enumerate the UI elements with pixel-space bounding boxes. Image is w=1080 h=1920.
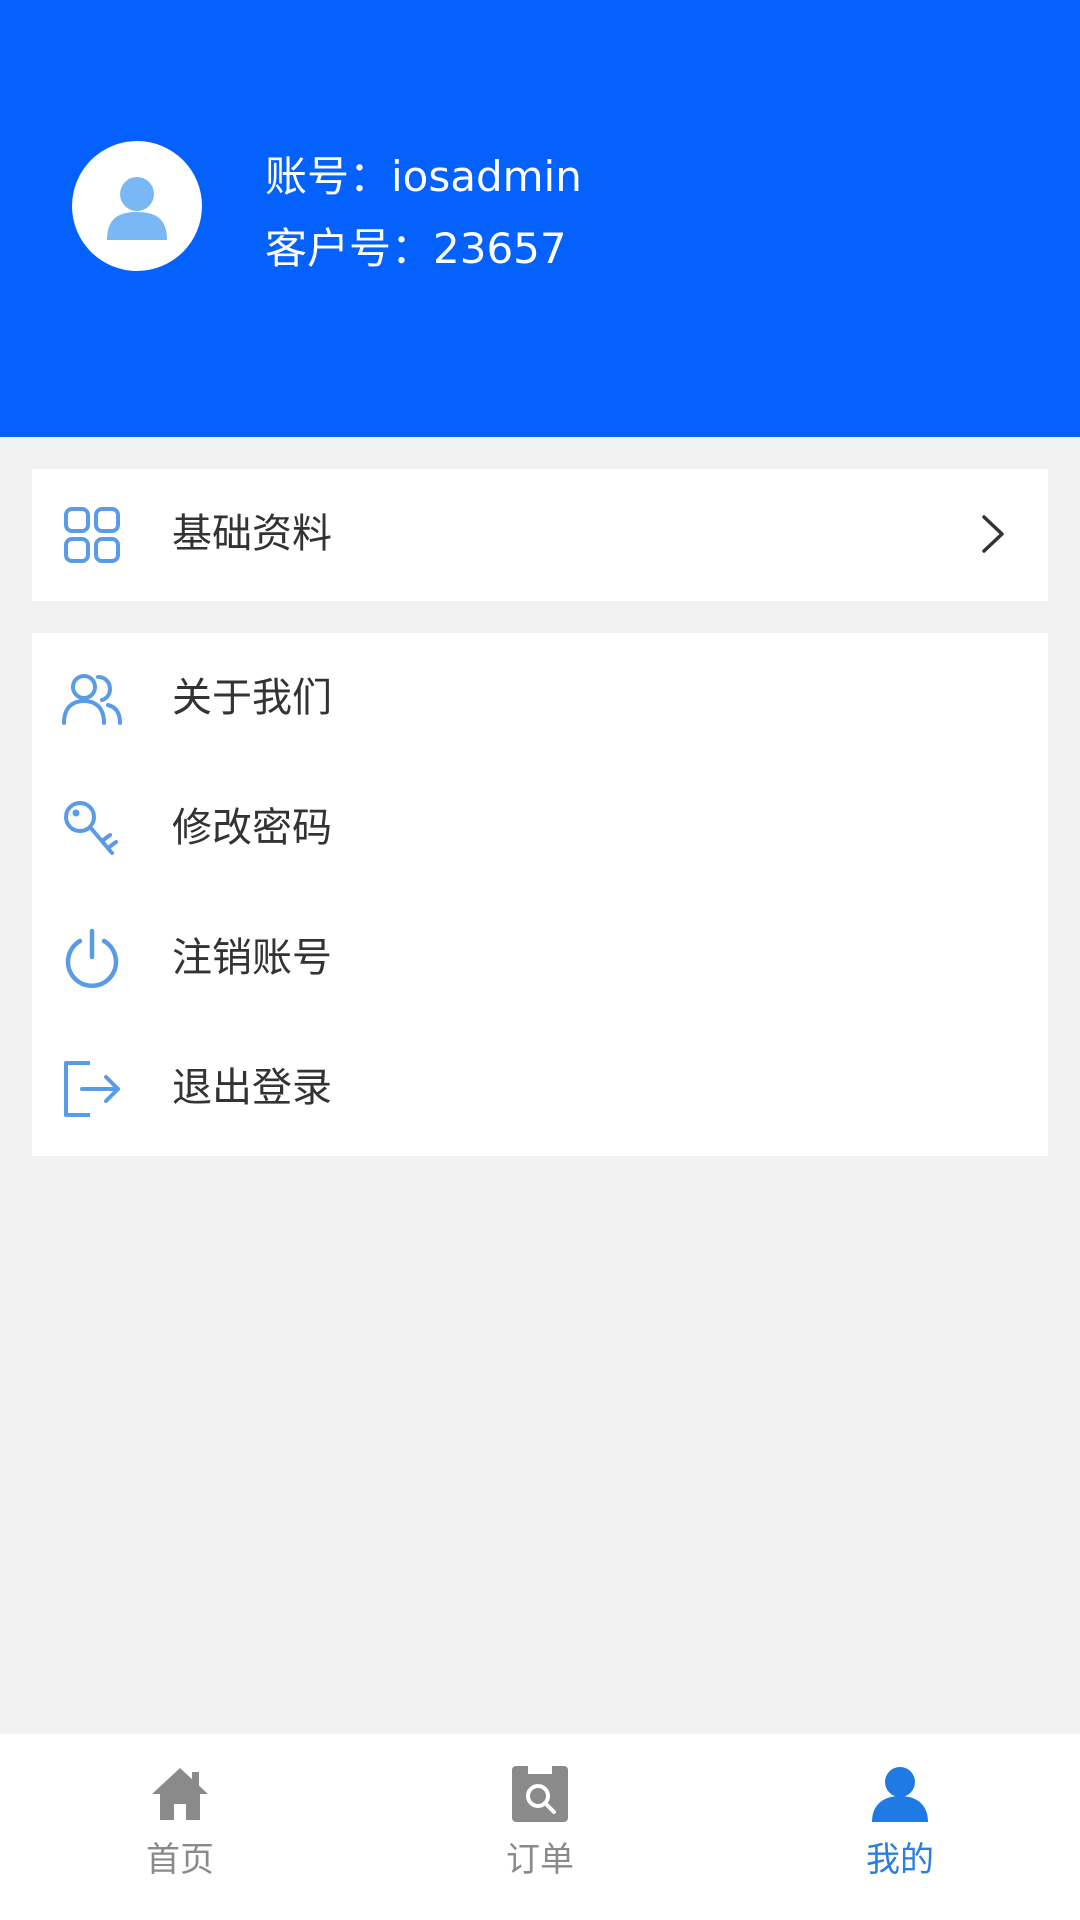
menu-item-change-password[interactable]: 修改密码: [32, 763, 1048, 893]
grid-icon: [64, 507, 120, 563]
menu-card-primary: 基础资料: [32, 469, 1048, 601]
user-icon: [872, 1767, 928, 1822]
tab-mine[interactable]: 我的: [720, 1734, 1080, 1920]
tab-orders-label: 订单: [506, 1840, 574, 1880]
bottom-tab-bar: 首页 订单 我的: [0, 1734, 1080, 1920]
tab-orders[interactable]: 订单: [360, 1734, 720, 1920]
menu-item-label: 注销账号: [172, 935, 332, 981]
menu-item-about-us[interactable]: 关于我们: [32, 633, 1048, 763]
avatar[interactable]: [72, 141, 202, 271]
chevron-right-icon: [982, 515, 1004, 553]
home-icon: [152, 1768, 208, 1820]
menu-item-label: 关于我们: [172, 675, 332, 721]
users-icon: [62, 674, 122, 725]
menu-item-label: 退出登录: [172, 1065, 332, 1111]
order-icon: [512, 1766, 568, 1822]
menu-item-cancel-account[interactable]: 注销账号: [32, 893, 1048, 1023]
menu-item-label: 基础资料: [172, 511, 332, 557]
tab-home-label: 首页: [146, 1840, 214, 1880]
menu-card-secondary: 关于我们 修改密码 注销账号 退出登录: [32, 633, 1048, 1156]
logout-icon: [64, 1061, 120, 1117]
avatar-user-icon: [107, 177, 167, 240]
key-icon: [64, 801, 118, 855]
menu-item-logout[interactable]: 退出登录: [32, 1023, 1048, 1153]
profile-header: 账号：iosadmin 客户号：23657: [0, 0, 1080, 437]
menu-item-label: 修改密码: [172, 805, 332, 851]
tab-mine-label: 我的: [866, 1840, 934, 1880]
menu-item-basic-info[interactable]: 基础资料: [32, 469, 1048, 599]
customer-number-label: 客户号：23657: [265, 224, 567, 273]
account-label: 账号：iosadmin: [265, 152, 582, 201]
tab-home[interactable]: 首页: [0, 1734, 360, 1920]
power-icon: [65, 928, 119, 988]
